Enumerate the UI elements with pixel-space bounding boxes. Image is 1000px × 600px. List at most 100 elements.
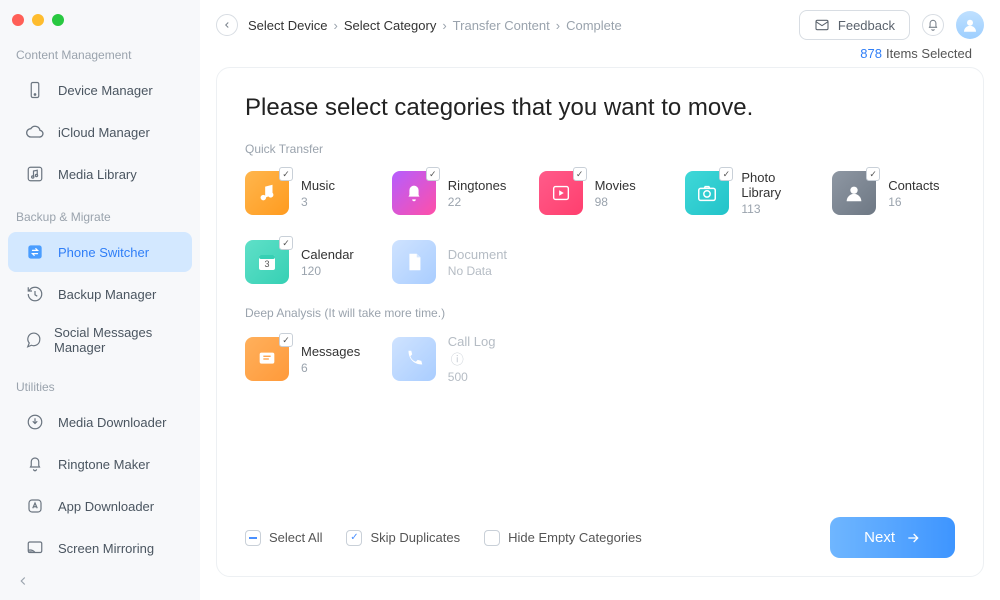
main-panel: Select Device › Select Category › Transf… (200, 0, 1000, 600)
category-document[interactable]: Document No Data (392, 240, 515, 284)
sidebar-item-media-downloader[interactable]: Media Downloader (8, 402, 192, 442)
notifications-button[interactable] (922, 14, 944, 36)
check-icon: ✓ (719, 167, 733, 181)
collapse-sidebar-button[interactable] (16, 574, 30, 588)
category-count: 120 (301, 264, 354, 278)
sidebar-item-media-library[interactable]: Media Library (8, 154, 192, 194)
hide-empty-checkbox[interactable]: Hide Empty Categories (484, 530, 642, 546)
breadcrumb-select-device[interactable]: Select Device (248, 18, 327, 33)
selected-suffix: Items Selected (886, 46, 972, 61)
check-icon: ✓ (279, 236, 293, 250)
sidebar-item-backup-manager[interactable]: Backup Manager (8, 274, 192, 314)
camera-icon: ✓ (685, 171, 729, 215)
category-count: 500 (448, 370, 515, 384)
svg-text:3: 3 (264, 259, 269, 269)
feedback-label: Feedback (838, 18, 895, 33)
section-quick-transfer: Quick Transfer (245, 142, 955, 156)
sidebar-item-label: Phone Switcher (58, 245, 149, 260)
sidebar-item-device-manager[interactable]: Device Manager (8, 70, 192, 110)
select-all-checkbox[interactable]: Select All (245, 530, 322, 546)
swap-icon (24, 241, 46, 263)
category-music[interactable]: ✓ Music 3 (245, 170, 368, 216)
items-selected-status: 878 Items Selected (200, 40, 1000, 61)
category-count: 98 (595, 195, 636, 209)
checkbox-checked-icon: ✓ (346, 530, 362, 546)
check-icon: ✓ (426, 167, 440, 181)
category-name: Ringtones (448, 178, 507, 193)
section-backup-migrate: Backup & Migrate (0, 196, 200, 230)
check-icon: ✓ (573, 167, 587, 181)
sidebar-item-phone-switcher[interactable]: Phone Switcher (8, 232, 192, 272)
chevron-right-icon: › (333, 18, 337, 33)
sidebar-item-icloud-manager[interactable]: iCloud Manager (8, 112, 192, 152)
category-count: No Data (448, 264, 507, 278)
category-name: Music (301, 178, 335, 193)
skip-duplicates-label: Skip Duplicates (370, 530, 460, 545)
sidebar-item-app-downloader[interactable]: App Downloader (8, 486, 192, 526)
cast-icon (24, 537, 46, 559)
checkbox-indeterminate-icon (245, 530, 261, 546)
history-icon (24, 283, 46, 305)
calendar-icon: 3 ✓ (245, 240, 289, 284)
contact-icon: ✓ (832, 171, 876, 215)
chevron-right-icon: › (442, 18, 446, 33)
category-ringtones[interactable]: ✓ Ringtones 22 (392, 170, 515, 216)
feedback-button[interactable]: Feedback (799, 10, 910, 40)
sidebar-item-label: Social Messages Manager (54, 325, 176, 355)
category-messages[interactable]: ✓ Messages 6 (245, 334, 368, 384)
category-name: Movies (595, 178, 636, 193)
category-name: Calendar (301, 247, 354, 262)
category-movies[interactable]: ✓ Movies 98 (539, 170, 662, 216)
breadcrumb-transfer-content: Transfer Content (453, 18, 550, 33)
user-avatar[interactable] (956, 11, 984, 39)
chat-icon (24, 329, 42, 351)
section-content-management: Content Management (0, 34, 200, 68)
check-icon: ✓ (279, 333, 293, 347)
hide-empty-label: Hide Empty Categories (508, 530, 642, 545)
category-name: Contacts (888, 178, 939, 193)
info-icon[interactable]: ⓘ (451, 352, 464, 367)
sidebar-item-label: Media Library (58, 167, 137, 182)
category-count: 3 (301, 195, 335, 209)
category-calendar[interactable]: 3 ✓ Calendar 120 (245, 240, 368, 284)
close-window-icon[interactable] (12, 14, 24, 26)
category-count: 6 (301, 361, 360, 375)
mail-icon (814, 17, 830, 33)
sidebar-item-label: Backup Manager (58, 287, 156, 302)
music-note-icon (24, 163, 46, 185)
skip-duplicates-checkbox[interactable]: ✓ Skip Duplicates (346, 530, 460, 546)
minimize-window-icon[interactable] (32, 14, 44, 26)
movie-icon: ✓ (539, 171, 583, 215)
category-count: 16 (888, 195, 939, 209)
cloud-icon (24, 121, 46, 143)
section-deep-analysis: Deep Analysis (It will take more time.) (245, 306, 955, 320)
back-button[interactable] (216, 14, 238, 36)
phone-call-icon (392, 337, 436, 381)
messages-icon: ✓ (245, 337, 289, 381)
sidebar-item-label: Ringtone Maker (58, 457, 150, 472)
sidebar-item-social-messages[interactable]: Social Messages Manager (8, 316, 192, 364)
breadcrumb-select-category[interactable]: Select Category (344, 18, 437, 33)
next-button[interactable]: Next (830, 517, 955, 558)
category-count: 22 (448, 195, 507, 209)
footer-bar: Select All ✓ Skip Duplicates Hide Empty … (245, 517, 955, 558)
category-name: Document (448, 247, 507, 262)
select-all-label: Select All (269, 530, 322, 545)
category-photo-library[interactable]: ✓ Photo Library 113 (685, 170, 808, 216)
sidebar-item-screen-mirroring[interactable]: Screen Mirroring (8, 528, 192, 568)
sidebar-item-ringtone-maker[interactable]: Ringtone Maker (8, 444, 192, 484)
quick-transfer-grid: ✓ Music 3 ✓ Ringtones 22 (245, 170, 955, 284)
category-call-log[interactable]: Call Log ⓘ 500 (392, 334, 515, 384)
category-name: Messages (301, 344, 360, 359)
zoom-window-icon[interactable] (52, 14, 64, 26)
sidebar-item-label: iCloud Manager (58, 125, 150, 140)
sidebar-item-label: App Downloader (58, 499, 154, 514)
section-utilities: Utilities (0, 366, 200, 400)
ringtone-icon: ✓ (392, 171, 436, 215)
category-contacts[interactable]: ✓ Contacts 16 (832, 170, 955, 216)
deep-analysis-grid: ✓ Messages 6 Call Log ⓘ (245, 334, 955, 384)
bell-icon (24, 453, 46, 475)
checkbox-empty-icon (484, 530, 500, 546)
sidebar-item-label: Screen Mirroring (58, 541, 154, 556)
topbar-actions: Feedback (799, 10, 984, 40)
